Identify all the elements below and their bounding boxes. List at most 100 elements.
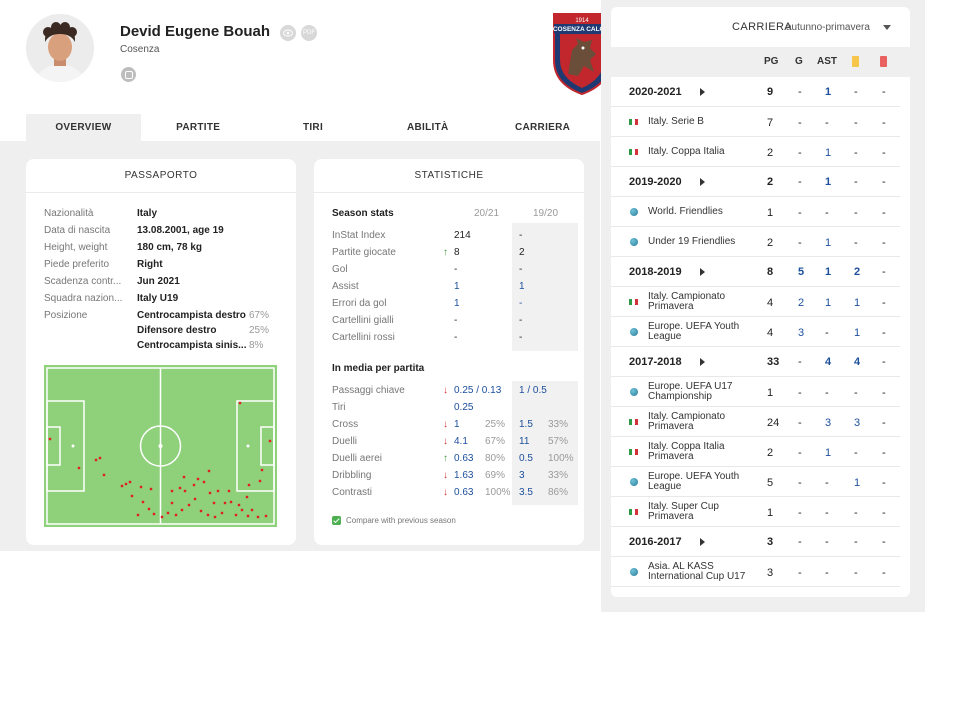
career-g-value: - (798, 387, 802, 399)
tab-tiri[interactable]: TIRI (256, 114, 371, 141)
career-r-value: - (882, 147, 886, 159)
competition-row[interactable]: Italy. Coppa Italia 2 - 1 - - (611, 137, 900, 167)
career-g-value: - (798, 417, 802, 429)
heatmap-dot (208, 491, 212, 495)
expand-caret-icon[interactable] (700, 538, 705, 546)
chevron-down-icon[interactable] (883, 25, 891, 30)
expand-caret-icon[interactable] (700, 358, 705, 366)
tab-carriera[interactable]: CARRIERA (485, 114, 600, 141)
season-label[interactable]: 2019-2020 (629, 176, 682, 188)
competition-row[interactable]: Under 19 Friendlies 2 - 1 - - (611, 227, 900, 257)
competition-row[interactable]: Europe. UEFA Youth League 4 3 - 1 - (611, 317, 900, 347)
competition-row[interactable]: Asia. AL KASS International Cup U17 3 - - - - (611, 557, 900, 587)
stat-previous-percent: 33% (548, 470, 569, 481)
pdf-icon[interactable]: PDF (301, 25, 317, 41)
passport-value: Italy U19 (137, 293, 179, 304)
eye-icon[interactable] (280, 25, 296, 41)
competition-row[interactable]: Italy. Coppa Italia Primavera 2 - 1 - - (611, 437, 900, 467)
competition-name: World. Friendlies (648, 206, 723, 217)
stat-current-value: 0.25 (454, 402, 474, 413)
heatmap-dot (183, 489, 187, 493)
expand-caret-icon[interactable] (700, 268, 705, 276)
competition-name: Italy. Serie B (648, 116, 704, 127)
competition-row[interactable]: Europe. UEFA U17 Championship 1 - - - - (611, 377, 900, 407)
tab-abilita[interactable]: ABILITÀ (370, 114, 485, 141)
career-pg-value: 2 (767, 237, 774, 249)
career-ast-value: 1 (825, 176, 832, 188)
heatmap-dot (94, 458, 98, 462)
career-ast-value: - (825, 507, 829, 519)
career-pg-value: 1 (767, 507, 774, 519)
season-label[interactable]: 2016-2017 (629, 536, 682, 548)
career-pg-value: 1 (767, 207, 774, 219)
heatmap-dot (77, 466, 81, 470)
heatmap-dot (212, 501, 216, 505)
heatmap-dot (130, 494, 134, 498)
stat-previous-value: - (519, 315, 523, 326)
stat-current-value: 4.1 (454, 436, 468, 447)
compare-checkbox[interactable] (332, 516, 341, 525)
competition-row[interactable]: Italy. Campionato Primavera 4 2 1 1 - (611, 287, 900, 317)
tab-overview[interactable]: OVERVIEW (26, 114, 141, 141)
avg-stat-row: Duelli ↓ 4.1 67% 11 57% (332, 436, 582, 450)
passport-row: Scadenza contr... Jun 2021 (44, 276, 284, 290)
season-stat-row: Cartellini rossi - - (332, 332, 582, 346)
expand-caret-icon[interactable] (700, 88, 705, 96)
passport-label: Piede preferito (44, 259, 110, 270)
competition-row[interactable]: Italy. Campionato Primavera 24 - 3 3 - (611, 407, 900, 437)
passport-value: Italy (137, 208, 158, 219)
heatmap-dot (152, 512, 156, 516)
season-label[interactable]: 2017-2018 (629, 356, 682, 368)
competition-row[interactable]: World. Friendlies 1 - - - - (611, 197, 900, 227)
heatmap-dot (223, 501, 227, 505)
competition-row[interactable]: Italy. Serie B 7 - - - - (611, 107, 900, 137)
career-r-value: - (882, 567, 886, 579)
club-logo-year: 1914 (575, 18, 589, 24)
season-stats-header: Season stats 20/21 19/20 (332, 208, 582, 222)
stat-previous-value: 3 (519, 470, 525, 481)
season-row[interactable]: 2020-2021 9 - 1 - - (611, 77, 900, 107)
tab-partite[interactable]: PARTITE (141, 114, 256, 141)
season-filter-select[interactable]: autunno-primavera (786, 22, 870, 33)
heatmap-dot (149, 487, 153, 491)
stat-label: Duelli aerei (332, 453, 383, 464)
career-g-value: - (798, 536, 802, 548)
career-y-value: 3 (854, 417, 861, 429)
heatmap-dot (136, 513, 140, 517)
career-ast-value: - (825, 327, 829, 339)
compare-toggle[interactable]: Compare with previous season (332, 516, 456, 525)
expand-caret-icon[interactable] (700, 178, 705, 186)
season-row[interactable]: 2017-2018 33 - 4 4 - (611, 347, 900, 377)
heatmap-pitch (44, 365, 277, 527)
season-stat-row: Partite giocate ↑ 8 2 (332, 247, 582, 261)
instagram-icon[interactable] (121, 67, 136, 82)
season-row[interactable]: 2019-2020 2 - 1 - - (611, 167, 900, 197)
season-row[interactable]: 2016-2017 3 - - - - (611, 527, 900, 557)
competition-name: Europe. UEFA Youth League (648, 321, 740, 342)
stat-previous-percent: 57% (548, 436, 569, 447)
season-label[interactable]: 2018-2019 (629, 266, 682, 278)
col-ast: AST (817, 56, 837, 67)
competition-name: Asia. AL KASS International Cup U17 (648, 561, 746, 582)
competition-row[interactable]: Europe. UEFA Youth League 5 - - 1 - (611, 467, 900, 497)
stat-previous-value: 1 (519, 281, 525, 292)
heatmap-dot (268, 439, 272, 443)
arrow-down-icon: ↓ (443, 487, 448, 498)
heatmap-dot (213, 515, 217, 519)
career-y-value: 4 (854, 356, 861, 368)
season-label[interactable]: 2020-2021 (629, 86, 682, 98)
career-g-value: - (798, 356, 802, 368)
player-team[interactable]: Cosenza (120, 44, 159, 55)
career-g-value: - (798, 237, 802, 249)
season-row[interactable]: 2018-2019 8 5 1 2 - (611, 257, 900, 287)
stat-previous-percent: 100% (548, 453, 574, 464)
competition-row[interactable]: Italy. Super Cup Primavera 1 - - - - (611, 497, 900, 527)
heatmap-dot (199, 509, 203, 513)
career-r-value: - (882, 507, 886, 519)
career-ast-value: - (825, 207, 829, 219)
globe-icon (630, 388, 638, 396)
competition-name: Europe. UEFA U17 Championship (648, 381, 733, 402)
competition-name: Under 19 Friendlies (648, 236, 736, 247)
career-r-value: - (882, 266, 886, 278)
career-g-value: 2 (798, 297, 805, 309)
